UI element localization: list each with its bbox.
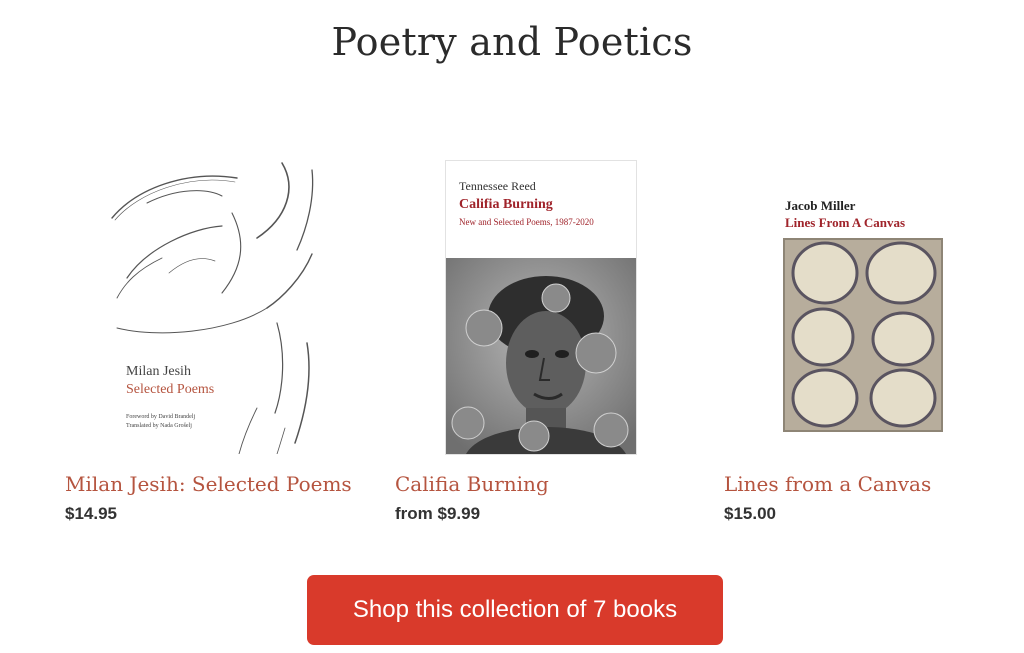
book-price: from $9.99 xyxy=(395,504,481,523)
cover-author: Tennessee Reed xyxy=(459,179,536,193)
book-title-link[interactable]: Lines from a Canvas xyxy=(724,472,931,496)
book-cover-image[interactable]: Jacob Miller Lines From A Canvas xyxy=(779,190,949,432)
cover-credit: Translated by Nada Grošelj xyxy=(126,423,192,429)
cover-credit: Foreword by David Brandelj xyxy=(126,414,196,420)
book-cover-container: Tennessee Reed Califia Burning New and S… xyxy=(395,150,695,460)
cover-title: Califia Burning xyxy=(459,197,553,212)
shop-collection-button[interactable]: Shop this collection of 7 books xyxy=(307,575,723,645)
cover-author: Jacob Miller xyxy=(785,198,856,213)
book-title-link[interactable]: Califia Burning xyxy=(395,472,549,496)
book-price: $14.95 xyxy=(65,504,117,523)
section-title: Poetry and Poetics xyxy=(331,20,693,64)
cover-brush-strokes xyxy=(111,162,314,454)
book-title-link[interactable]: Milan Jesih: Selected Poems xyxy=(65,472,352,496)
book-cover-container: Milan Jesih Selected Poems Foreword by D… xyxy=(65,150,365,460)
cover-subtitle: Selected Poems xyxy=(126,382,215,397)
book-cover-image[interactable]: Tennessee Reed Califia Burning New and S… xyxy=(445,160,637,455)
book-card: Milan Jesih Selected Poems Foreword by D… xyxy=(65,150,365,540)
cover-canvas-art xyxy=(783,238,943,432)
cover-title: Lines From A Canvas xyxy=(785,215,906,230)
cover-author: Milan Jesih xyxy=(126,364,191,379)
book-cover-container: Jacob Miller Lines From A Canvas xyxy=(724,150,1024,460)
book-cover-image[interactable]: Milan Jesih Selected Poems Foreword by D… xyxy=(107,158,319,454)
book-card: Jacob Miller Lines From A Canvas Lines f… xyxy=(724,150,1024,540)
book-card: Tennessee Reed Califia Burning New and S… xyxy=(395,150,695,540)
book-price: $15.00 xyxy=(724,504,776,523)
cover-portrait-photo xyxy=(446,258,636,454)
cover-subtitle: New and Selected Poems, 1987-2020 xyxy=(459,217,594,227)
